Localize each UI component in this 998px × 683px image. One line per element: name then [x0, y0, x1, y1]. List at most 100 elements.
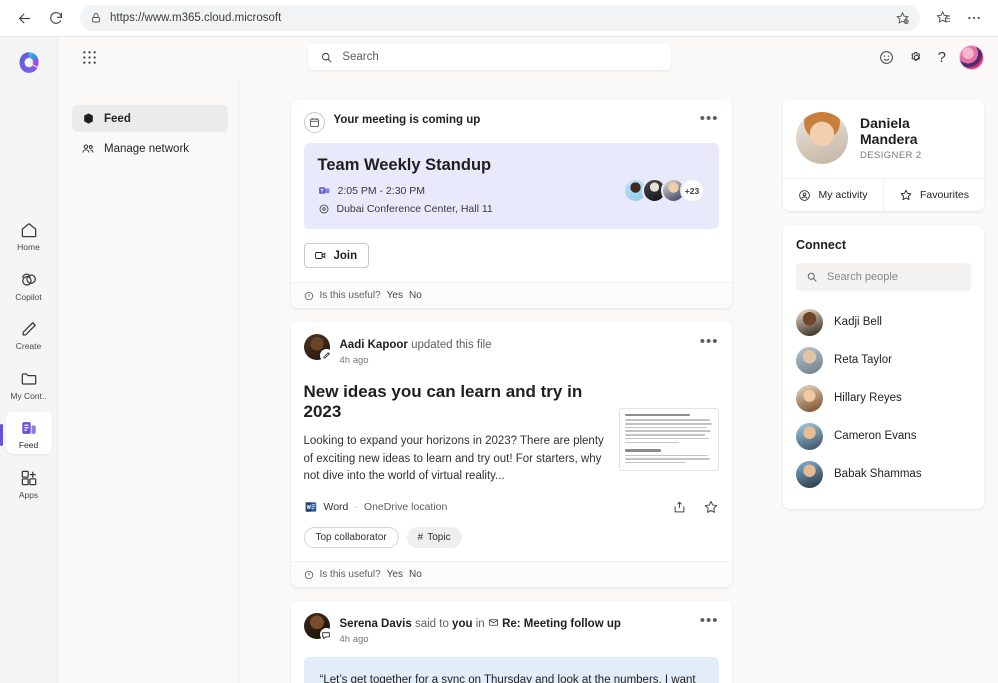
list-item[interactable]: Hillary Reyes — [796, 379, 971, 417]
create-pencil-icon — [18, 318, 40, 340]
person-name: Reta Taylor — [834, 354, 892, 366]
file-thumbnail[interactable] — [619, 408, 719, 471]
feedback-prompt: Is this useful? — [320, 290, 381, 301]
header-actions: ? — [878, 45, 984, 70]
browser-reload-button[interactable] — [42, 4, 70, 32]
calendar-icon — [304, 112, 325, 133]
star-icon — [899, 188, 913, 202]
sidebar-item-feed[interactable]: Feed — [72, 105, 228, 132]
tag-topic[interactable]: # Topic — [407, 527, 462, 548]
meeting-time: 2:05 PM - 2:30 PM — [338, 185, 426, 197]
join-button[interactable]: Join — [304, 243, 370, 268]
tag-topic-label: Topic — [427, 532, 450, 543]
feedback-prompt: Is this useful? — [320, 569, 381, 580]
folder-icon — [18, 368, 40, 390]
avatar[interactable] — [959, 45, 984, 70]
attendee-overflow-count[interactable]: +23 — [680, 178, 705, 203]
message-card: Serena Davis said to you in Re: Meeting … — [291, 601, 732, 683]
search-people-placeholder: Search people — [827, 271, 898, 283]
feedback-no-button[interactable]: No — [409, 290, 422, 301]
help-icon[interactable]: ? — [938, 49, 946, 66]
connect-card: Connect Search people Kadji Bell Reta Ta… — [783, 225, 984, 509]
star-icon[interactable] — [703, 499, 719, 515]
list-item[interactable]: Reta Taylor — [796, 341, 971, 379]
microsoft-365-logo[interactable] — [12, 47, 46, 81]
rail-items: Home Copilot Create My Cont.. — [0, 214, 57, 511]
address-bar[interactable]: https://www.m365.cloud.microsoft — [80, 5, 920, 31]
rail-item-feed[interactable]: Feed — [6, 412, 52, 454]
file-card-more-icon[interactable]: ••• — [700, 334, 719, 347]
message-in-word: in — [476, 618, 485, 630]
comment-badge-icon — [320, 628, 333, 641]
file-card-tags: Top collaborator # Topic — [291, 515, 732, 561]
avatar — [796, 461, 823, 488]
feedback-no-button[interactable]: No — [409, 569, 422, 580]
collections-icon[interactable] — [930, 4, 958, 32]
meeting-card-more-icon[interactable]: ••• — [700, 111, 719, 124]
my-activity-button[interactable]: My activity — [783, 179, 883, 211]
left-rail: Home Copilot Create My Cont.. — [0, 37, 58, 683]
list-item[interactable]: Kadji Bell — [796, 303, 971, 341]
browser-more-menu-icon[interactable] — [960, 4, 988, 32]
browser-back-button[interactable] — [10, 4, 38, 32]
feedback-yes-button[interactable]: Yes — [387, 569, 403, 580]
meeting-card-title: Your meeting is coming up — [334, 111, 691, 126]
meeting-attendees[interactable]: +23 — [629, 156, 705, 203]
rail-item-create[interactable]: Create — [6, 313, 52, 355]
favorite-star-gear-icon[interactable] — [895, 11, 910, 26]
app-launcher-waffle-icon[interactable] — [76, 44, 102, 70]
profile-photo[interactable] — [796, 112, 848, 164]
sidebar-item-manage-network[interactable]: Manage network — [72, 135, 228, 162]
message-action: said to — [415, 618, 449, 630]
hash-icon: # — [418, 532, 424, 543]
meeting-banner: Team Weekly Standup 2:05 PM - 2:30 PM — [304, 143, 719, 229]
meeting-time-row: 2:05 PM - 2:30 PM — [318, 184, 629, 197]
message-subject[interactable]: Re: Meeting follow up — [502, 618, 621, 630]
cube-icon — [81, 112, 95, 126]
file-location[interactable]: OneDrive location — [364, 501, 447, 513]
file-description: Looking to expand your horizons in 2023?… — [304, 433, 607, 486]
sidebar-item-label: Manage network — [104, 143, 189, 155]
message-card-more-icon[interactable]: ••• — [700, 613, 719, 626]
feedback-smiley-icon[interactable] — [878, 49, 895, 66]
file-update-card: Aadi Kapoor updated this file 4h ago •••… — [291, 322, 732, 587]
share-icon[interactable] — [672, 500, 687, 515]
author-avatar[interactable] — [304, 334, 330, 360]
list-item[interactable]: Cameron Evans — [796, 417, 971, 455]
right-panel: Daniela Mandera DESIGNER 2 My activity — [783, 77, 998, 683]
join-button-label: Join — [334, 250, 358, 262]
author-name[interactable]: Aadi Kapoor — [340, 339, 408, 351]
favourites-button[interactable]: Favourites — [883, 179, 984, 211]
rail-item-apps[interactable]: Apps — [6, 462, 52, 504]
app-body: Feed Manage network — [58, 77, 998, 683]
search-people-input[interactable]: Search people — [796, 263, 971, 291]
profile-summary: Daniela Mandera DESIGNER 2 — [783, 99, 984, 178]
message-author-name[interactable]: Serena Davis — [340, 618, 412, 630]
person-name: Cameron Evans — [834, 430, 916, 442]
rail-item-home[interactable]: Home — [6, 214, 52, 256]
author-avatar[interactable] — [304, 613, 330, 639]
meet-now-icon — [314, 249, 327, 262]
meeting-card-header: Your meeting is coming up ••• — [291, 99, 732, 141]
rail-item-my-content[interactable]: My Cont.. — [6, 363, 52, 405]
feedback-yes-button[interactable]: Yes — [387, 290, 403, 301]
profile-name: Daniela Mandera — [860, 115, 971, 147]
rail-item-label: My Cont.. — [10, 392, 46, 401]
rail-item-label: Apps — [19, 491, 38, 500]
feed-column[interactable]: Your meeting is coming up ••• Team Weekl… — [239, 77, 783, 683]
lock-icon — [90, 12, 102, 24]
rail-item-copilot[interactable]: Copilot — [6, 264, 52, 306]
tag-top-collaborator[interactable]: Top collaborator — [304, 527, 399, 548]
list-item[interactable]: Babak Shammas — [796, 455, 971, 493]
meeting-location: Dubai Conference Center, Hall 11 — [337, 203, 493, 215]
avatar — [796, 309, 823, 336]
person-circle-icon — [798, 189, 811, 202]
message-card-author-line: Serena Davis said to you in Re: Meeting … — [340, 618, 621, 630]
message-quote: “Let’s get together for a sync on Thursd… — [304, 657, 719, 683]
info-icon — [304, 570, 314, 580]
message-target: you — [452, 618, 472, 630]
secondary-sidebar: Feed Manage network — [58, 77, 239, 683]
search-input[interactable]: Search — [308, 44, 671, 70]
file-title[interactable]: New ideas you can learn and try in 2023 — [304, 382, 607, 423]
gear-icon[interactable] — [908, 49, 925, 66]
